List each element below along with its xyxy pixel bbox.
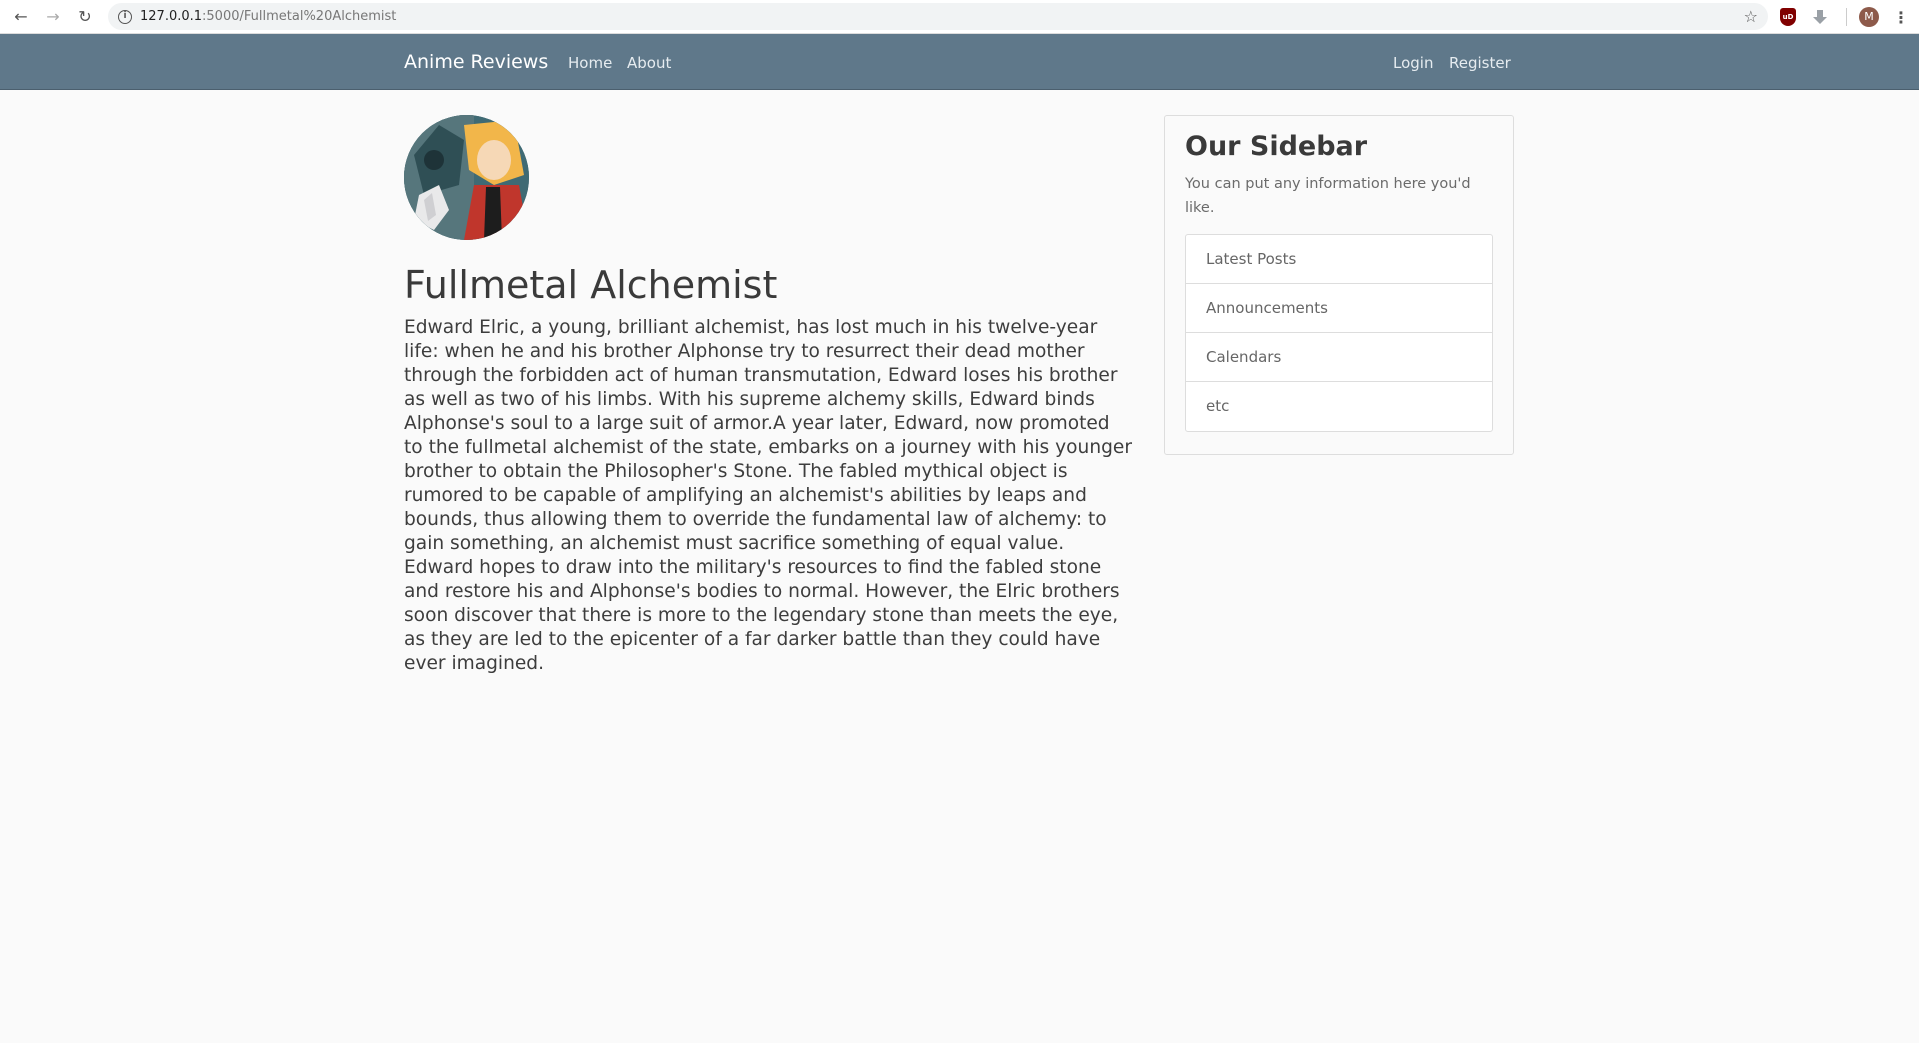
nav-link-about[interactable]: About (627, 54, 671, 72)
anime-cover-image (404, 115, 529, 240)
sidebar-item-latest-posts[interactable]: Latest Posts (1186, 235, 1492, 284)
sidebar-item-announcements[interactable]: Announcements (1186, 284, 1492, 333)
sidebar-text: You can put any information here you'd l… (1185, 176, 1471, 216)
info-icon[interactable]: i (118, 9, 132, 24)
extensions-area: uD M ⋮ (1769, 0, 1919, 34)
sidebar-title: Our Sidebar (1185, 131, 1368, 162)
forward-arrow-icon[interactable]: → (42, 6, 64, 28)
reload-icon[interactable]: ↻ (74, 6, 96, 28)
browser-toolbar: ← → ↻ i 127.0.0.1:5000/Fullmetal%20Alche… (0, 0, 1919, 34)
nav-link-login[interactable]: Login (1393, 54, 1433, 72)
sidebar: Our Sidebar You can put any information … (1164, 115, 1514, 455)
bookmark-star-icon[interactable]: ☆ (1744, 7, 1758, 26)
sidebar-item-calendars[interactable]: Calendars (1186, 333, 1492, 382)
url-host: 127.0.0.1 (140, 9, 203, 24)
sidebar-item-etc[interactable]: etc (1186, 382, 1492, 431)
page-title: Fullmetal Alchemist (404, 263, 778, 307)
sidebar-list: Latest Posts Announcements Calendars etc (1185, 234, 1493, 432)
url-path: :5000/Fullmetal%20Alchemist (202, 9, 397, 24)
download-icon[interactable] (1812, 9, 1828, 25)
brand-link[interactable]: Anime Reviews (404, 51, 548, 73)
main-content: Fullmetal Alchemist Edward Elric, a youn… (404, 115, 1134, 676)
anime-description: Edward Elric, a young, brilliant alchemi… (404, 317, 1132, 674)
back-arrow-icon[interactable]: ← (10, 6, 32, 28)
ublock-shield-icon[interactable]: uD (1780, 8, 1796, 26)
toolbar-divider (1846, 8, 1847, 26)
site-navbar: Anime Reviews Home About Login Register (0, 34, 1919, 90)
more-menu-icon[interactable]: ⋮ (1893, 8, 1909, 27)
nav-link-home[interactable]: Home (568, 54, 612, 72)
nav-link-register[interactable]: Register (1449, 54, 1511, 72)
address-bar[interactable]: i 127.0.0.1:5000/Fullmetal%20Alchemist ☆ (108, 3, 1768, 30)
profile-avatar[interactable]: M (1859, 7, 1879, 27)
